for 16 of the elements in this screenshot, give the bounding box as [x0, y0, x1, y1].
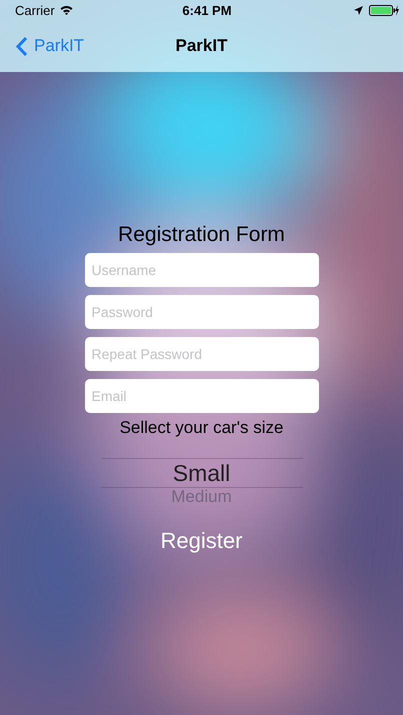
- picker-selected-option[interactable]: Small: [100, 458, 302, 488]
- input-field[interactable]: Password: [84, 295, 318, 329]
- location-icon: [354, 6, 363, 14]
- input-field[interactable]: Repeat Password: [84, 337, 318, 371]
- status-time: 6:41 PM: [182, 2, 232, 18]
- carrier-name: Carrier: [15, 2, 55, 18]
- register-button[interactable]: Register: [154, 526, 248, 556]
- form-title: Registration Form: [118, 223, 285, 247]
- picker-label: Sellect your car's size: [120, 418, 284, 438]
- wifi-icon: [60, 5, 73, 15]
- back-link[interactable]: ParkIT: [16, 36, 84, 56]
- chevron-icon: [16, 36, 28, 56]
- input-field[interactable]: Email: [84, 379, 318, 413]
- input-field[interactable]: Username: [84, 253, 318, 287]
- nav-title: ParkIT: [176, 36, 228, 56]
- battery-icon: [368, 4, 399, 16]
